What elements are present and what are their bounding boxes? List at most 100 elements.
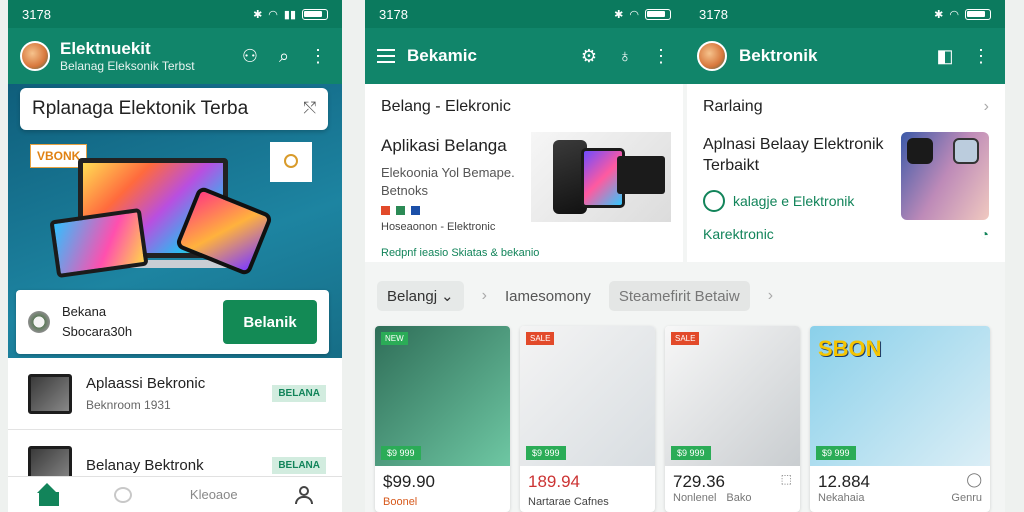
eco-icon [703, 190, 725, 212]
bottom-nav: Kleoaoe [8, 476, 342, 512]
wifi-icon: ◠ [949, 8, 959, 21]
panel-link[interactable]: Karektronic [703, 226, 774, 242]
phone-left: 3178 ✱ ◠ ▮▮ Elektnuekit Belanag Eleksoni… [8, 0, 342, 512]
ranking-panel[interactable]: Rarlaing › Aplnasi Belaay Elektronik Ter… [687, 84, 1005, 262]
product-price: 729.36 [673, 472, 725, 491]
profile-icon[interactable]: ⚇ [238, 44, 262, 68]
product-card[interactable]: SBON $9 999 12.884 ◯ Nekahaia Genru [810, 326, 990, 512]
list-item-title: Aplaassi Bekronic [86, 375, 206, 392]
hero-banner[interactable]: VBONK [8, 136, 342, 286]
product-price: 189.94 [528, 472, 580, 491]
product-price: 12.884 [818, 472, 870, 491]
featured-panel[interactable]: Belang - Elekronic Aplikasi Belanga Elek… [365, 84, 683, 262]
status-icons: ✱ ◠ ▮▮ [253, 8, 328, 21]
category-dropdown-label: Belangj [387, 287, 438, 305]
promo-text: SBON [818, 336, 882, 361]
wifi-icon: ◠ [268, 8, 278, 21]
status-bar: 3178 ✱ ◠ ▮▮ [8, 0, 342, 28]
seal-logo [270, 142, 312, 182]
chevron-right-icon[interactable]: › [482, 287, 487, 305]
info-icon[interactable]: ◔ [981, 226, 989, 242]
store-icon [396, 206, 405, 215]
list-item-title: Belanay Bektronk [86, 457, 204, 474]
search-input[interactable]: Rplanaga Elektonik Terba ⤲ [20, 88, 328, 130]
panel-link[interactable]: Redpnf ieasio Skiatas & bekanio [381, 247, 667, 259]
sale-badge: SALE [526, 332, 555, 345]
list-item-subtitle: Beknroom 1931 [86, 398, 171, 412]
list-item[interactable]: Aplaassi Bekronic Beknroom 1931 BELANA [8, 358, 342, 430]
filter-bar: Belangj ⌄ › Iamesomony Steamefirit Betai… [365, 276, 1005, 316]
clear-icon[interactable]: ⤲ [303, 100, 316, 118]
product-thumbnail [28, 373, 72, 414]
product-image: SALE $9 999 [665, 326, 800, 466]
promo-title: Bekana [62, 304, 107, 319]
wifi-icon: ◠ [629, 8, 639, 21]
shield-icon: ⬚ [780, 472, 792, 486]
sale-icon [381, 206, 390, 215]
promo-button[interactable]: Belanik [223, 300, 317, 344]
product-badge: NEW [381, 332, 408, 345]
nav-middle-label[interactable]: Kleoaoe [190, 487, 238, 502]
battery-icon [302, 8, 328, 20]
panel-header: Belang - Elekronic [381, 98, 511, 115]
status-time: 3178 [22, 6, 51, 22]
status-bar: 3178 ✱ ◠ 3178 ✱ ◠ [365, 0, 1005, 28]
panel-description: Elekoonia Yol Bemape. Betnoks [381, 165, 515, 198]
more-icon[interactable]: ⋮ [969, 44, 993, 68]
bluetooth-icon: ✱ [934, 8, 944, 21]
product-name: Nekahaia [818, 492, 865, 504]
filter-option-chip[interactable]: Steamefirit Betaiw [608, 281, 750, 311]
product-meta: Genru [951, 492, 982, 504]
brand-logo [28, 311, 50, 333]
chevron-right-icon[interactable]: › [984, 98, 989, 116]
product-name: Nartarae Cafnes [528, 496, 609, 508]
search-value: Rplanaga Elektonik Terba [32, 98, 249, 119]
devices-image [531, 132, 671, 222]
product-card[interactable]: SALE $9 999 189.94 Nartarae Cafnes [520, 326, 655, 512]
feature-label: kalagje e Elektronik [733, 193, 855, 209]
home-icon[interactable] [36, 482, 59, 506]
product-card[interactable]: SALE $9 999 729.36 ⬚ Nonlenel Bako [665, 326, 800, 512]
clock-icon: ◯ [966, 470, 982, 487]
product-image: NEW $9 999 [375, 326, 510, 466]
product-grid: NEW $9 999 $99.90 Boonel SALE $9 999 189… [375, 326, 995, 512]
more-icon[interactable]: ⋮ [306, 44, 330, 68]
battery-icon [645, 8, 671, 20]
panel-header: Rarlaing [703, 98, 763, 115]
signal-icon: ▮▮ [283, 8, 296, 21]
category-dropdown[interactable]: Belangj ⌄ [377, 281, 464, 311]
phone-right: 3178 ✱ ◠ 3178 ✱ ◠ Bekamic ⚙ ♁ ⋮ Bektronik … [365, 0, 1005, 512]
user-icon[interactable] [295, 485, 314, 504]
product-name: Boonel [383, 496, 418, 508]
chevron-right-icon[interactable]: › [768, 287, 773, 305]
more-icon[interactable]: ⋮ [649, 44, 673, 68]
product-list: Aplaassi Bekronic Beknroom 1931 BELANA B… [8, 358, 342, 502]
product-price: $99.90 [383, 472, 435, 491]
menu-icon[interactable] [377, 49, 395, 63]
screenshot-stage: 3178 ✱ ◠ ▮▮ Elektnuekit Belanag Eleksoni… [0, 0, 1024, 512]
sale-badge: SALE [671, 332, 700, 345]
app-bar: Bekamic ⚙ ♁ ⋮ Bektronik ◧ ⋮ [365, 28, 1005, 84]
app-title: Bektronik [739, 46, 818, 65]
share-icon[interactable]: ♁ [613, 44, 637, 68]
product-price-tag: $9 999 [671, 446, 711, 460]
promo-subtitle: Sbocara30h [62, 324, 133, 339]
promo-text: Bekana Sbocara30h [62, 302, 211, 342]
panel-meta-text: Hoseaonon - Elektronic [381, 221, 496, 233]
filter-option[interactable]: Iamesomony [505, 288, 591, 305]
avatar[interactable] [697, 41, 727, 71]
avatar[interactable] [20, 41, 50, 71]
product-price-tag: $9 999 [381, 446, 421, 460]
layout-icon[interactable]: ◧ [933, 44, 957, 68]
bluetooth-icon: ✱ [614, 8, 624, 21]
battery-icon [965, 8, 991, 20]
status-time: 3178 [699, 6, 728, 22]
list-item-badge: BELANA [272, 385, 326, 402]
product-price-tag: $9 999 [816, 446, 856, 460]
search-icon[interactable]: ⌕ [272, 44, 296, 68]
product-price-tag: $9 999 [526, 446, 566, 460]
settings-icon[interactable]: ⚙ [577, 44, 601, 68]
product-card[interactable]: NEW $9 999 $99.90 Boonel [375, 326, 510, 512]
chevron-down-icon: ⌄ [441, 288, 454, 305]
chat-icon[interactable] [114, 486, 133, 503]
